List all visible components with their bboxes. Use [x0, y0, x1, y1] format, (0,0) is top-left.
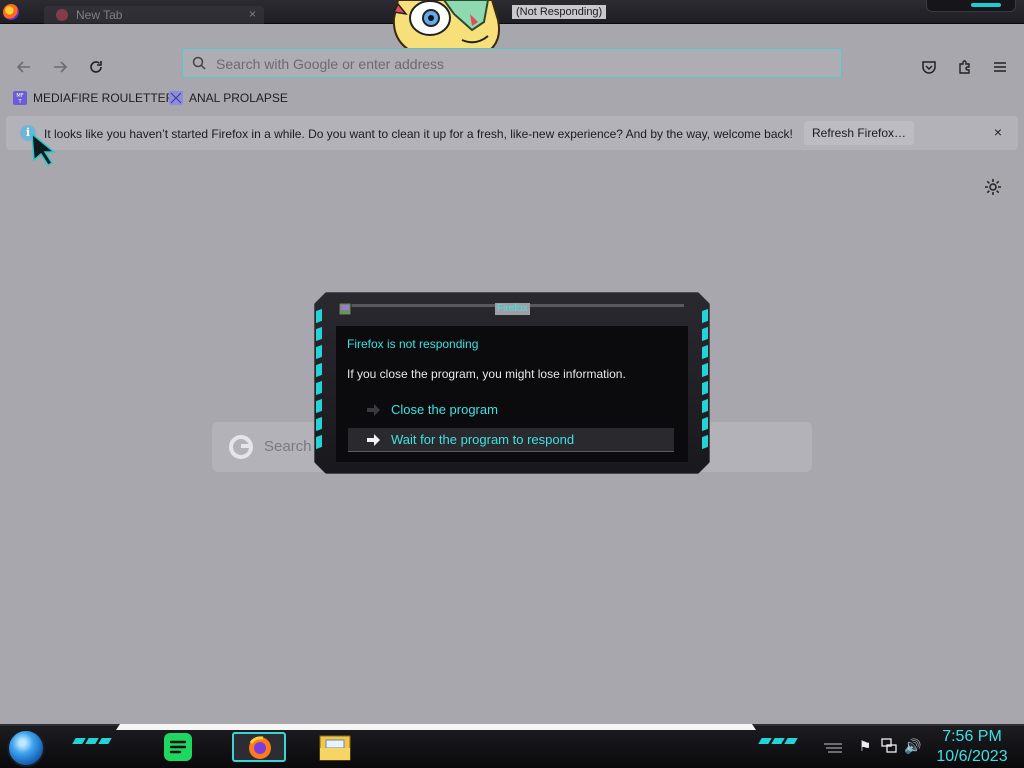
dialog-edge-lights-right [702, 308, 708, 458]
pocket-button[interactable] [918, 56, 940, 78]
firefox-icon[interactable] [3, 4, 19, 20]
network-icon[interactable] [880, 737, 898, 755]
back-button[interactable] [12, 55, 36, 79]
close-program-label: Close the program [391, 402, 498, 417]
taskbar-lights-left [72, 738, 112, 744]
spotify-taskbar-icon[interactable] [162, 730, 196, 764]
reload-icon [90, 61, 102, 73]
firefox-taskbar-button[interactable] [232, 732, 286, 762]
clock-date: 10/6/2023 [936, 748, 1008, 765]
start-button[interactable] [7, 729, 45, 767]
dialog-app-icon [338, 302, 352, 316]
taskbar-highlight-strip [116, 724, 756, 730]
mouse-cursor-icon [31, 132, 57, 166]
url-placeholder: Search with Google or enter address [216, 56, 445, 72]
window-title: (Not Responding) [512, 5, 607, 19]
bookmark-label: ANAL PROLAPSE [189, 91, 288, 105]
bookmarks-toolbar: MF T MEDIAFIRE ROULETTER ANAL PROLAPSE [0, 86, 1024, 110]
search-icon [192, 56, 206, 70]
file-explorer-taskbar-icon[interactable] [318, 730, 352, 764]
dialog-body: Firefox is not responding If you close t… [336, 326, 688, 462]
reload-button[interactable] [84, 55, 108, 79]
bookmark-second[interactable]: ANAL PROLAPSE [168, 90, 288, 106]
hamburger-icon [994, 62, 1006, 72]
dialog-edge-lights-left [316, 308, 322, 458]
firefox-icon [249, 736, 271, 759]
action-center-flag-icon[interactable]: ⚑ [856, 737, 874, 755]
notification-message: It looks like you haven’t started Firefo… [44, 127, 793, 141]
dialog-heading: Firefox is not responding [347, 337, 479, 351]
bookmark-label: MEDIAFIRE ROULETTER [33, 91, 175, 105]
arrow-right-icon [54, 61, 68, 73]
show-hidden-icons-icon[interactable] [822, 740, 844, 754]
taskbar-clock[interactable]: 7:56 PM 10/6/2023 [930, 727, 1014, 767]
wait-program-option[interactable]: Wait for the program to respond [348, 428, 674, 452]
tab-close-icon[interactable]: × [249, 7, 256, 21]
close-icon[interactable]: × [990, 124, 1006, 140]
title-decoration [926, 0, 1016, 12]
google-icon [229, 435, 253, 459]
tab-new-tab[interactable]: New Tab × [44, 6, 264, 24]
refresh-firefox-button[interactable]: Refresh Firefox… [804, 121, 914, 145]
pocket-icon [922, 61, 936, 74]
close-program-option[interactable]: Close the program [348, 398, 674, 422]
tab-label: New Tab [76, 8, 123, 22]
arrow-right-icon [367, 404, 380, 416]
not-responding-dialog: Firefox Firefox is not responding If you… [314, 292, 710, 474]
refresh-notification-bar: i It looks like you haven’t started Fire… [6, 116, 1018, 150]
arrow-right-icon [367, 434, 380, 446]
menu-button[interactable] [989, 56, 1011, 78]
mediafire-icon: MFT [13, 91, 27, 105]
volume-icon[interactable]: 🔊 [904, 737, 922, 755]
navigation-bar: Search with Google or enter address [0, 24, 1024, 84]
forward-button[interactable] [48, 55, 72, 79]
puzzle-icon [959, 60, 970, 74]
bookmark-mediafire[interactable]: MF T MEDIAFIRE ROULETTER [12, 90, 174, 106]
arrow-left-icon [16, 61, 30, 73]
wait-program-label: Wait for the program to respond [391, 432, 575, 447]
title-bar: New Tab × (Not Responding) [0, 0, 1024, 24]
dialog-message: If you close the program, you might lose… [347, 367, 626, 381]
newtab-search-placeholder: Search [264, 438, 312, 455]
dialog-title: Firefox [495, 303, 530, 315]
extensions-button[interactable] [954, 56, 976, 78]
tab-favicon-icon [56, 9, 68, 21]
clock-time: 7:56 PM [942, 728, 1002, 745]
url-bar[interactable]: Search with Google or enter address [182, 48, 842, 78]
gear-icon[interactable] [984, 178, 1002, 196]
taskbar-lights-right [758, 738, 798, 744]
bookmark-icon [169, 91, 183, 105]
